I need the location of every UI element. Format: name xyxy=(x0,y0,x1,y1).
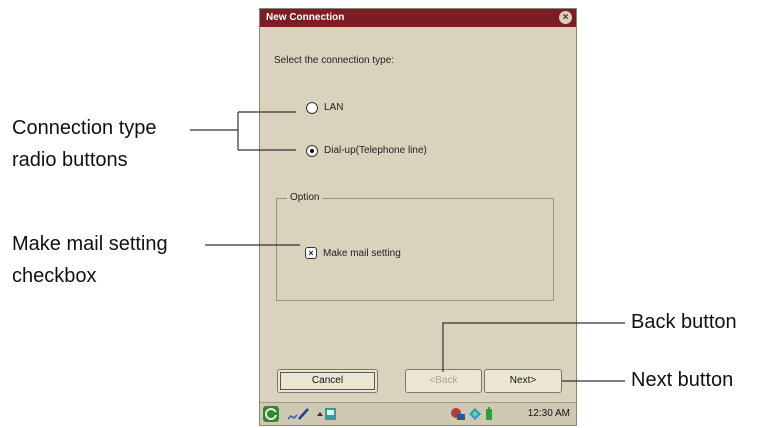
next-button-callout: Next button xyxy=(631,369,734,391)
radio-callout-line2: radio buttons xyxy=(12,149,128,171)
radio-callout-line1: Connection type xyxy=(12,117,157,139)
back-leader-line xyxy=(442,322,625,372)
checkbox-callout-line2: checkbox xyxy=(12,265,97,287)
back-button-callout: Back button xyxy=(631,311,737,333)
radio-bracket xyxy=(237,111,296,151)
callout-lines xyxy=(190,111,625,382)
checkbox-callout-line1: Make mail setting xyxy=(12,233,168,255)
